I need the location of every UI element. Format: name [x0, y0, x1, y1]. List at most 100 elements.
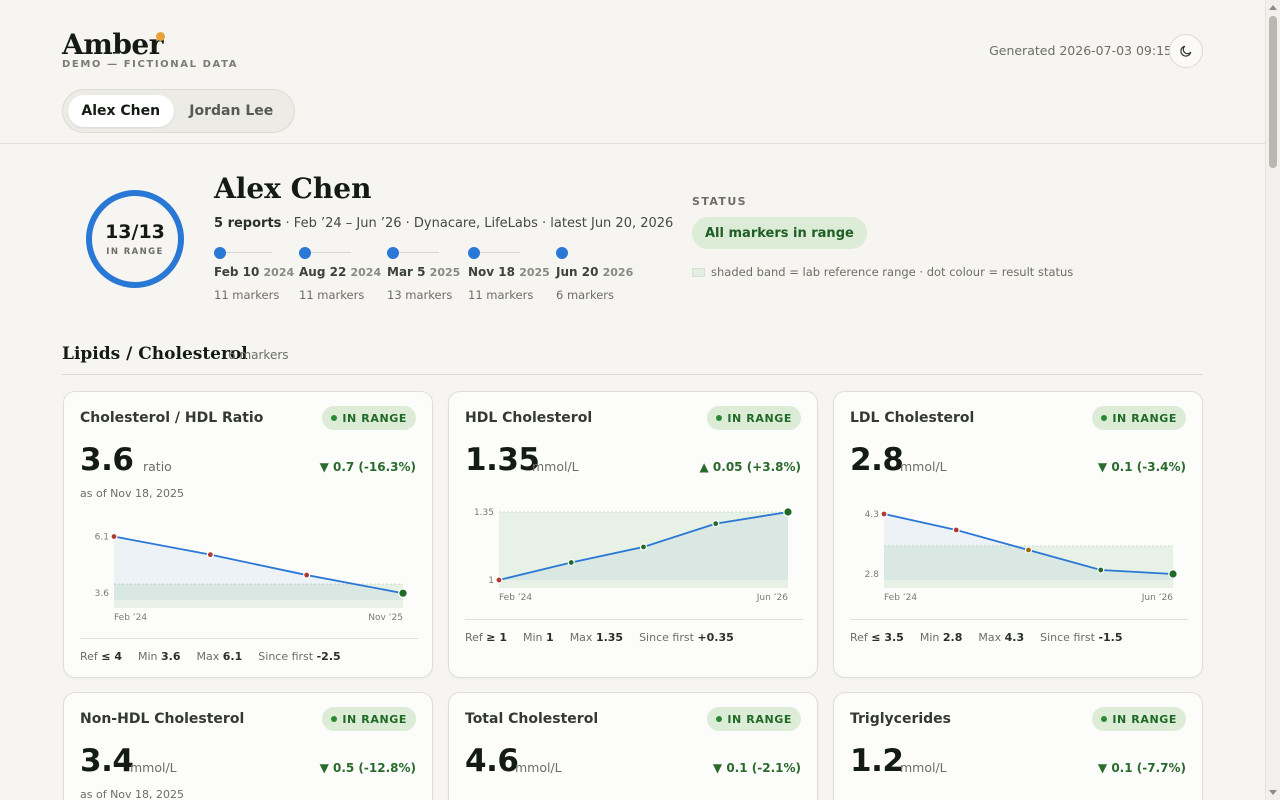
- stat-min: Min 1: [523, 631, 554, 644]
- marker-stats: Ref ≤ 4 Min 3.6 Max 6.1 Since first -2.5: [80, 650, 341, 663]
- marker-card[interactable]: Triglycerides IN RANGE 1.2 mmol/L ▼ 0.1 …: [833, 692, 1203, 800]
- marker-card[interactable]: HDL Cholesterol IN RANGE 1.35 mmol/L ▲ 0…: [448, 391, 818, 678]
- stat-max: Max 6.1: [196, 650, 243, 663]
- marker-card[interactable]: LDL Cholesterol IN RANGE 2.8 mmol/L ▼ 0.…: [833, 391, 1203, 678]
- status-badge: IN RANGE: [707, 707, 801, 731]
- marker-card[interactable]: Non-HDL Cholesterol IN RANGE 3.4 mmol/L …: [63, 692, 433, 800]
- scroll-down-icon[interactable]: [1269, 790, 1277, 795]
- data-point: [880, 510, 888, 518]
- in-range-ring: 13/13 IN RANGE: [86, 190, 184, 288]
- x-tick-label: Nov ’25: [368, 613, 403, 623]
- y-tick-label: 6.1: [95, 533, 109, 543]
- marker-delta: ▼ 0.1 (-2.1%): [712, 761, 801, 775]
- marker-title: Total Cholesterol: [465, 711, 599, 727]
- status-badge: IN RANGE: [707, 406, 801, 430]
- card-divider: [850, 619, 1188, 620]
- marker-stats: Ref ≥ 1 Min 1 Max 1.35 Since first +0.35: [465, 631, 734, 644]
- data-point: [303, 571, 311, 579]
- data-point: [1024, 546, 1033, 554]
- x-tick-label: Feb ’24: [114, 613, 147, 623]
- y-tick-label: 1: [488, 576, 494, 586]
- patient-name: Alex Chen: [214, 172, 372, 205]
- tab-jordan-lee[interactable]: Jordan Lee: [174, 95, 289, 127]
- status-label: STATUS: [692, 195, 747, 208]
- timeline-connector: [226, 252, 272, 253]
- marker-unit: mmol/L: [130, 760, 177, 775]
- data-point: [398, 588, 408, 598]
- marker-chart: 1.35 1 Feb ’24 Jun ’26: [474, 507, 793, 603]
- timeline-connector: [311, 252, 351, 253]
- data-point: [1168, 569, 1178, 579]
- timeline-date: Mar 5 2025: [387, 265, 461, 279]
- marker-value: 1.35: [465, 442, 540, 478]
- data-point: [110, 532, 118, 541]
- brand-dot: [156, 32, 165, 41]
- marker-value: 3.4: [80, 743, 134, 779]
- stat-since-first: Since first +0.35: [639, 631, 734, 644]
- marker-stats: Ref ≤ 3.5 Min 2.8 Max 4.3 Since first -1…: [850, 631, 1123, 644]
- x-tick-label: Feb ’24: [499, 593, 532, 603]
- data-point: [1097, 566, 1105, 574]
- stat-ref: Ref ≤ 3.5: [850, 631, 904, 644]
- status-badge: IN RANGE: [1092, 406, 1186, 430]
- scroll-up-icon[interactable]: [1269, 5, 1277, 10]
- stat-since-first: Since first -1.5: [1040, 631, 1123, 644]
- marker-delta: ▼ 0.1 (-7.7%): [1097, 761, 1186, 775]
- marker-title: LDL Cholesterol: [850, 410, 975, 426]
- marker-delta: ▼ 0.5 (-12.8%): [319, 761, 416, 775]
- marker-value: 2.8: [850, 442, 904, 478]
- y-tick-label: 1.35: [474, 508, 494, 518]
- data-point: [567, 558, 575, 567]
- timeline-count: 6 markers: [556, 288, 614, 302]
- stat-ref: Ref ≤ 4: [80, 650, 122, 663]
- y-tick-label: 4.3: [865, 510, 879, 520]
- marker-chart: 6.1 3.6 Feb ’24 Nov ’25: [95, 532, 408, 623]
- page-scrollbar[interactable]: [1265, 0, 1280, 800]
- brand-logo: Amber: [62, 28, 164, 61]
- marker-title: Non-HDL Cholesterol: [80, 711, 245, 727]
- section-title: Lipids / Cholesterol: [62, 344, 248, 364]
- timeline-count: 11 markers: [214, 288, 280, 302]
- tab-alex-chen[interactable]: Alex Chen: [68, 95, 174, 127]
- marker-chart: 4.3 2.8 Feb ’24 Jun ’26: [865, 510, 1178, 603]
- status-pill: All markers in range: [692, 217, 867, 249]
- card-divider: [465, 619, 803, 620]
- report-details: · Feb ’24 – Jun ’26 · Dynacare, LifeLabs…: [281, 216, 674, 231]
- stat-min: Min 3.6: [138, 650, 181, 663]
- section-divider: [62, 374, 1203, 375]
- timeline-date: Feb 10 2024: [214, 265, 295, 279]
- y-tick-label: 3.6: [95, 589, 110, 599]
- marker-unit: ratio: [143, 459, 172, 474]
- data-point: [712, 520, 720, 528]
- marker-title: Cholesterol / HDL Ratio: [80, 410, 264, 426]
- report-count: 5 reports: [214, 216, 282, 231]
- marker-title: Triglycerides: [850, 711, 952, 727]
- timeline-count: 13 markers: [387, 288, 453, 302]
- marker-delta: ▼ 0.7 (-16.3%): [319, 460, 416, 474]
- ring-value: 13/13: [105, 221, 165, 243]
- timeline-count: 11 markers: [299, 288, 365, 302]
- chart-legend-note: shaded band = lab reference range · dot …: [692, 265, 1073, 279]
- moon-icon: [1180, 45, 1192, 57]
- marker-unit: mmol/L: [900, 760, 947, 775]
- marker-card[interactable]: Total Cholesterol IN RANGE 4.6 mmol/L ▼ …: [448, 692, 818, 800]
- marker-card[interactable]: Cholesterol / HDL Ratio IN RANGE 3.6 rat…: [63, 391, 433, 678]
- marker-value: 4.6: [465, 743, 519, 779]
- theme-toggle-button[interactable]: [1169, 34, 1203, 68]
- data-point: [952, 526, 960, 534]
- timeline-connector: [480, 252, 520, 253]
- marker-delta: ▲ 0.05 (+3.8%): [699, 460, 802, 474]
- status-badge: IN RANGE: [322, 707, 416, 731]
- marker-unit: mmol/L: [532, 459, 579, 474]
- timeline-dot: [556, 247, 568, 259]
- timeline-dot: [299, 247, 311, 259]
- section-count: 6 markers: [228, 348, 289, 362]
- stat-since-first: Since first -2.5: [258, 650, 341, 663]
- stat-max: Max 1.35: [569, 631, 624, 644]
- reference-band-swatch: [692, 267, 705, 277]
- scrollbar-thumb[interactable]: [1269, 16, 1277, 168]
- generated-timestamp: Generated 2026-07-03 09:15: [989, 43, 1172, 58]
- marker-value: 3.6: [80, 442, 134, 478]
- timeline-date: Nov 18 2025: [468, 265, 550, 279]
- x-tick-label: Jun ’26: [756, 593, 789, 603]
